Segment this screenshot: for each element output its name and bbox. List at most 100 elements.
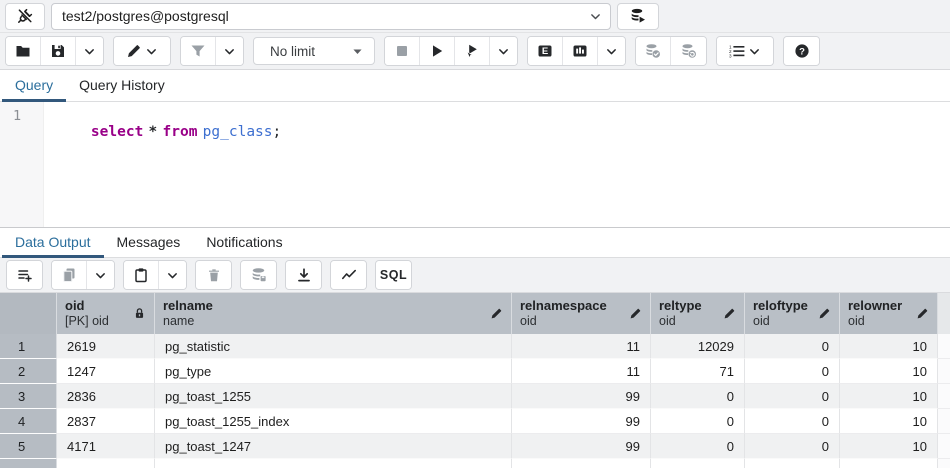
connection-status-button[interactable] <box>5 3 45 30</box>
delete-row-icon <box>206 267 222 283</box>
cell-relnamespace[interactable]: 11 <box>512 334 651 359</box>
sql-editor[interactable]: 1 select*frompg_class; <box>0 102 950 227</box>
explain-analyze-button[interactable] <box>563 37 598 65</box>
cell-relowner[interactable]: 10 <box>840 359 938 384</box>
cell-reltype[interactable]: 0 <box>651 409 745 434</box>
paste-options-dropdown[interactable] <box>159 261 186 289</box>
cell-oid[interactable]: 4171 <box>57 434 155 459</box>
execute-options-dropdown[interactable] <box>490 37 517 65</box>
table-row-partial <box>0 459 950 468</box>
edit-column-icon[interactable] <box>818 307 831 320</box>
cell-reloftype[interactable]: 0 <box>745 384 840 409</box>
table-row[interactable]: 3 2836 pg_toast_1255 99 0 0 10 <box>0 384 950 409</box>
column-header-oid[interactable]: oid [PK] oid <box>57 293 155 334</box>
database-play-icon <box>630 8 646 24</box>
cell-reltype[interactable]: 0 <box>651 434 745 459</box>
graph-visualiser-button[interactable] <box>331 261 366 289</box>
copy-options-dropdown[interactable] <box>87 261 114 289</box>
column-header-relnamespace[interactable]: relnamespace oid <box>512 293 651 334</box>
table-row[interactable]: 2 1247 pg_type 11 71 0 10 <box>0 359 950 384</box>
cell-relowner[interactable]: 10 <box>840 409 938 434</box>
file-button-group <box>5 36 104 66</box>
cell-relowner[interactable]: 10 <box>840 384 938 409</box>
paste-button[interactable] <box>124 261 159 289</box>
tab-messages[interactable]: Messages <box>104 228 194 258</box>
cell-relowner[interactable]: 10 <box>840 434 938 459</box>
explain-options-dropdown[interactable] <box>598 37 625 65</box>
cell-relnamespace[interactable]: 99 <box>512 409 651 434</box>
edit-column-icon[interactable] <box>916 307 929 320</box>
editor-code-area[interactable]: select*frompg_class; <box>44 102 950 227</box>
cell-oid[interactable]: 2619 <box>57 334 155 359</box>
connection-bar: test2/postgres@postgresql <box>0 0 950 33</box>
cell-reloftype[interactable]: 0 <box>745 359 840 384</box>
explain-button-group: E <box>527 36 626 66</box>
download-results-button[interactable] <box>286 261 321 289</box>
add-row-button[interactable] <box>7 261 42 289</box>
cell-oid[interactable]: 2837 <box>57 409 155 434</box>
cell-oid[interactable]: 1247 <box>57 359 155 384</box>
cell-relnamespace[interactable]: 11 <box>512 359 651 384</box>
macros-menu-button[interactable]: 123 <box>717 37 773 65</box>
save-data-changes-button[interactable] <box>241 261 276 289</box>
edit-menu-button[interactable] <box>114 37 170 65</box>
show-sql-button[interactable]: SQL <box>376 261 411 289</box>
stop-button[interactable] <box>385 37 420 65</box>
tab-query[interactable]: Query <box>2 70 66 102</box>
edit-column-icon[interactable] <box>723 307 736 320</box>
cell-relowner[interactable]: 10 <box>840 334 938 359</box>
column-header-relname[interactable]: relname name <box>155 293 512 334</box>
delete-row-button[interactable] <box>196 261 231 289</box>
results-toolbar: SQL <box>0 258 950 293</box>
edit-column-icon[interactable] <box>490 307 503 320</box>
chevron-down-icon <box>145 45 158 58</box>
rollback-button[interactable] <box>671 37 706 65</box>
cell-reloftype[interactable]: 0 <box>745 409 840 434</box>
row-number[interactable]: 5 <box>0 434 57 459</box>
cell-reloftype[interactable]: 0 <box>745 334 840 359</box>
help-button[interactable]: ? <box>784 37 819 65</box>
cell-relname[interactable]: pg_type <box>155 359 512 384</box>
row-number[interactable]: 4 <box>0 409 57 434</box>
column-header-relowner[interactable]: relowner oid <box>840 293 938 334</box>
cell-relname[interactable]: pg_statistic <box>155 334 512 359</box>
connection-selector[interactable]: test2/postgres@postgresql <box>51 3 611 30</box>
copy-button[interactable] <box>52 261 87 289</box>
connection-plug-icon <box>17 8 33 24</box>
filter-options-dropdown[interactable] <box>216 37 243 65</box>
cell-relname[interactable]: pg_toast_1255_index <box>155 409 512 434</box>
filter-button[interactable] <box>181 37 216 65</box>
cell-relname[interactable]: pg_toast_1247 <box>155 434 512 459</box>
table-row[interactable]: 4 2837 pg_toast_1255_index 99 0 0 10 <box>0 409 950 434</box>
edit-column-icon[interactable] <box>629 307 642 320</box>
new-connection-button[interactable] <box>617 3 659 30</box>
row-number[interactable]: 1 <box>0 334 57 359</box>
row-limit-select[interactable]: No limit <box>253 37 375 65</box>
cell-relnamespace[interactable]: 99 <box>512 434 651 459</box>
table-row[interactable]: 5 4171 pg_toast_1247 99 0 0 10 <box>0 434 950 459</box>
tab-notifications[interactable]: Notifications <box>193 228 295 258</box>
row-number[interactable]: 3 <box>0 384 57 409</box>
column-header-reloftype[interactable]: reloftype oid <box>745 293 840 334</box>
grid-select-all-corner[interactable] <box>0 293 57 334</box>
table-row[interactable]: 1 2619 pg_statistic 11 12029 0 10 <box>0 334 950 359</box>
row-number[interactable]: 2 <box>0 359 57 384</box>
cell-reloftype[interactable]: 0 <box>745 434 840 459</box>
cell-oid[interactable]: 2836 <box>57 384 155 409</box>
save-file-button[interactable] <box>41 37 76 65</box>
tab-data-output[interactable]: Data Output <box>2 228 104 258</box>
explain-button[interactable]: E <box>528 37 563 65</box>
commit-button[interactable] <box>636 37 671 65</box>
row-gutter <box>938 359 950 384</box>
open-file-button[interactable] <box>6 37 41 65</box>
execute-button[interactable] <box>420 37 455 65</box>
cell-reltype[interactable]: 71 <box>651 359 745 384</box>
tab-query-history[interactable]: Query History <box>66 70 178 102</box>
save-options-dropdown[interactable] <box>76 37 103 65</box>
execute-to-cursor-button[interactable] <box>455 37 490 65</box>
cell-reltype[interactable]: 0 <box>651 384 745 409</box>
column-header-reltype[interactable]: reltype oid <box>651 293 745 334</box>
cell-reltype[interactable]: 12029 <box>651 334 745 359</box>
cell-relname[interactable]: pg_toast_1255 <box>155 384 512 409</box>
cell-relnamespace[interactable]: 99 <box>512 384 651 409</box>
